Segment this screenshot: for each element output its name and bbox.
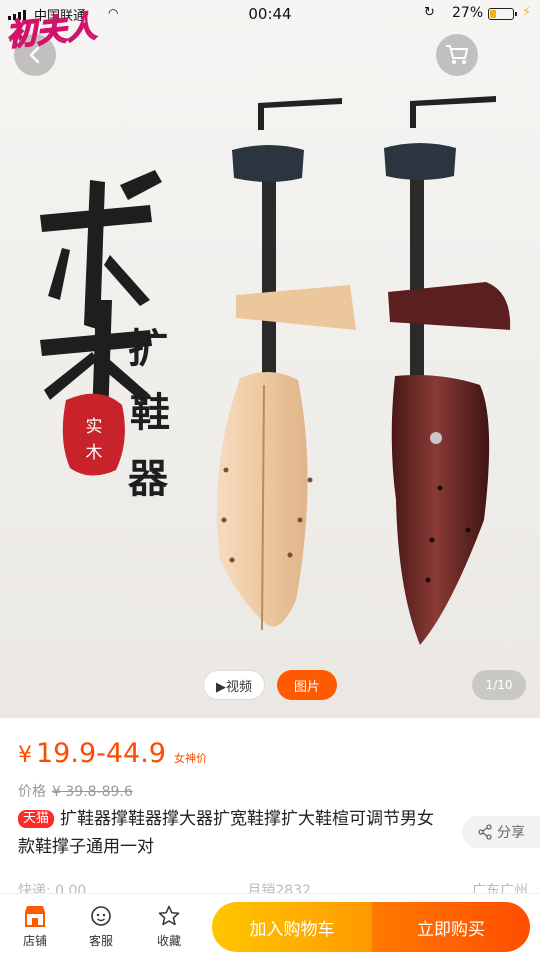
sale-price: 19.9-44.9 <box>36 738 166 769</box>
original-price: ¥ 39.8-89.6 <box>52 784 133 800</box>
subline-char-2: 鞋 <box>130 389 170 436</box>
currency-symbol: ¥ <box>18 743 32 768</box>
original-price-label: 价格 <box>18 784 46 800</box>
battery-percent: 27% <box>452 5 484 21</box>
dark-wood-stretcher <box>384 96 511 645</box>
customer-service-icon <box>91 906 111 926</box>
share-icon <box>478 824 492 840</box>
calligraphy-art <box>40 170 162 420</box>
product-photo: 实 木 扩 鞋 器 <box>40 96 511 645</box>
star-icon <box>158 905 180 926</box>
light-wood-stretcher <box>216 98 356 631</box>
battery-icon <box>488 8 517 20</box>
store-tab[interactable]: 店铺 <box>10 904 60 949</box>
product-title: 天猫 扩鞋器撑鞋器撑大器扩宽鞋撑扩大鞋楦可调节男女款鞋撑子通用一对 <box>18 805 448 861</box>
store-label: 店铺 <box>22 934 47 948</box>
customer-service-tab[interactable]: 客服 <box>76 904 126 949</box>
bottom-action-bar: 店铺 客服 收藏 加入购物车 立即购买 <box>0 893 540 960</box>
product-title-text: 扩鞋器撑鞋器撑大器扩宽鞋撑扩大鞋楦可调节男女款鞋撑子通用一对 <box>18 809 435 857</box>
seal-stamp: 实 木 <box>62 393 125 476</box>
subline-char-3: 器 <box>128 455 169 502</box>
charging-icon: ⚡ <box>522 5 532 20</box>
watermark-logo: 初夫人 <box>4 9 99 55</box>
buy-now-button[interactable]: 立即购买 <box>372 902 530 952</box>
image-counter: 1/10 <box>472 670 526 700</box>
cart-icon <box>446 45 468 64</box>
service-label: 客服 <box>88 934 113 948</box>
share-button[interactable]: 分享 <box>462 816 540 848</box>
add-to-cart-button[interactable]: 加入购物车 <box>212 902 372 952</box>
favorite-label: 收藏 <box>156 934 181 948</box>
store-icon <box>25 906 45 927</box>
image-tab[interactable]: 图片 <box>277 670 337 700</box>
product-image-carousel[interactable]: 实 木 扩 鞋 器 <box>0 0 540 718</box>
svg-text:实: 实 <box>86 417 103 437</box>
share-label: 分享 <box>497 825 525 841</box>
svg-text:木: 木 <box>86 443 103 463</box>
rotation-lock-icon: ↻ <box>424 5 435 20</box>
tmall-badge: 天猫 <box>18 810 55 828</box>
original-price-row: 价格 ¥ 39.8-89.6 <box>18 781 133 801</box>
subline-char-1: 扩 <box>128 325 168 372</box>
video-tab[interactable]: ▶视频 <box>203 670 265 700</box>
cart-button[interactable] <box>436 34 478 76</box>
favorite-tab[interactable]: 收藏 <box>144 904 194 949</box>
price-row: ¥ 19.9-44.9 女神价 <box>18 738 207 778</box>
price-tag: 女神价 <box>173 752 207 765</box>
